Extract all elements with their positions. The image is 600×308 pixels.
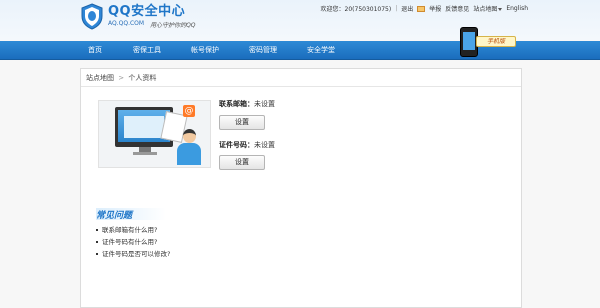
faq-item[interactable]: 证件号码有什么用? <box>96 236 170 248</box>
logo[interactable]: QQ安全中心 AQ.QQ.COM 用心守护你的QQ <box>80 3 196 30</box>
sitemap-link[interactable]: 站点地图 <box>473 4 503 13</box>
faq-item[interactable]: 证件号码是否可以修改? <box>96 248 170 260</box>
nav-password-management[interactable]: 密码管理 <box>234 41 292 60</box>
faq-title: 常见问题 <box>96 208 166 221</box>
email-field-row: 联系邮箱：未设置 <box>219 99 275 109</box>
nav-security-school[interactable]: 安全学堂 <box>292 41 350 60</box>
report-link[interactable]: 举报 <box>429 4 441 13</box>
logo-slogan: 用心守护你的QQ <box>150 22 196 29</box>
qq-shield-icon <box>80 3 104 30</box>
main-content: 站点地图 > 个人资料 @ 联系邮箱：未设置 设置 证件号码：未设置 设置 常见… <box>80 68 522 308</box>
mail-icon[interactable] <box>417 5 426 12</box>
user-avatar-icon <box>177 129 201 165</box>
english-link[interactable]: English <box>506 5 528 12</box>
breadcrumb-separator: > <box>118 74 125 82</box>
logo-title: QQ安全中心 <box>108 4 186 19</box>
profile-illustration: @ <box>98 100 211 168</box>
email-label: 联系邮箱：未设置 <box>219 100 275 108</box>
nav-account-protection[interactable]: 帐号保护 <box>176 41 234 60</box>
faq-item[interactable]: 联系邮箱有什么用? <box>96 224 170 236</box>
id-label: 证件号码：未设置 <box>219 141 275 149</box>
logout-link[interactable]: 退出 <box>401 4 413 13</box>
faq-list: 联系邮箱有什么用? 证件号码有什么用? 证件号码是否可以修改? <box>96 224 170 260</box>
topbar: 欢迎您：20(750301075) | 退出 举报 反馈意见 站点地图 Engl… <box>320 4 528 13</box>
breadcrumb-sitemap[interactable]: 站点地图 <box>86 74 114 82</box>
email-value: 未设置 <box>254 100 275 108</box>
breadcrumb: 站点地图 > 个人资料 <box>81 69 521 87</box>
mobile-version-badge[interactable]: 手机版 <box>460 27 520 61</box>
mobile-version-label: 手机版 <box>476 36 516 47</box>
set-id-button[interactable]: 设置 <box>219 155 265 170</box>
welcome-text: 欢迎您：20(750301075) <box>320 6 392 13</box>
id-field-row: 证件号码：未设置 <box>219 140 275 150</box>
nav-home[interactable]: 首页 <box>72 41 118 60</box>
set-email-button[interactable]: 设置 <box>219 115 265 130</box>
logo-domain: AQ.QQ.COM <box>108 20 145 27</box>
id-value: 未设置 <box>254 141 275 149</box>
feedback-link[interactable]: 反馈意见 <box>445 4 469 13</box>
breadcrumb-current: 个人资料 <box>128 74 157 82</box>
email-at-icon: @ <box>183 105 195 117</box>
nav-security-tools[interactable]: 密保工具 <box>118 41 176 60</box>
chevron-down-icon <box>498 8 503 11</box>
